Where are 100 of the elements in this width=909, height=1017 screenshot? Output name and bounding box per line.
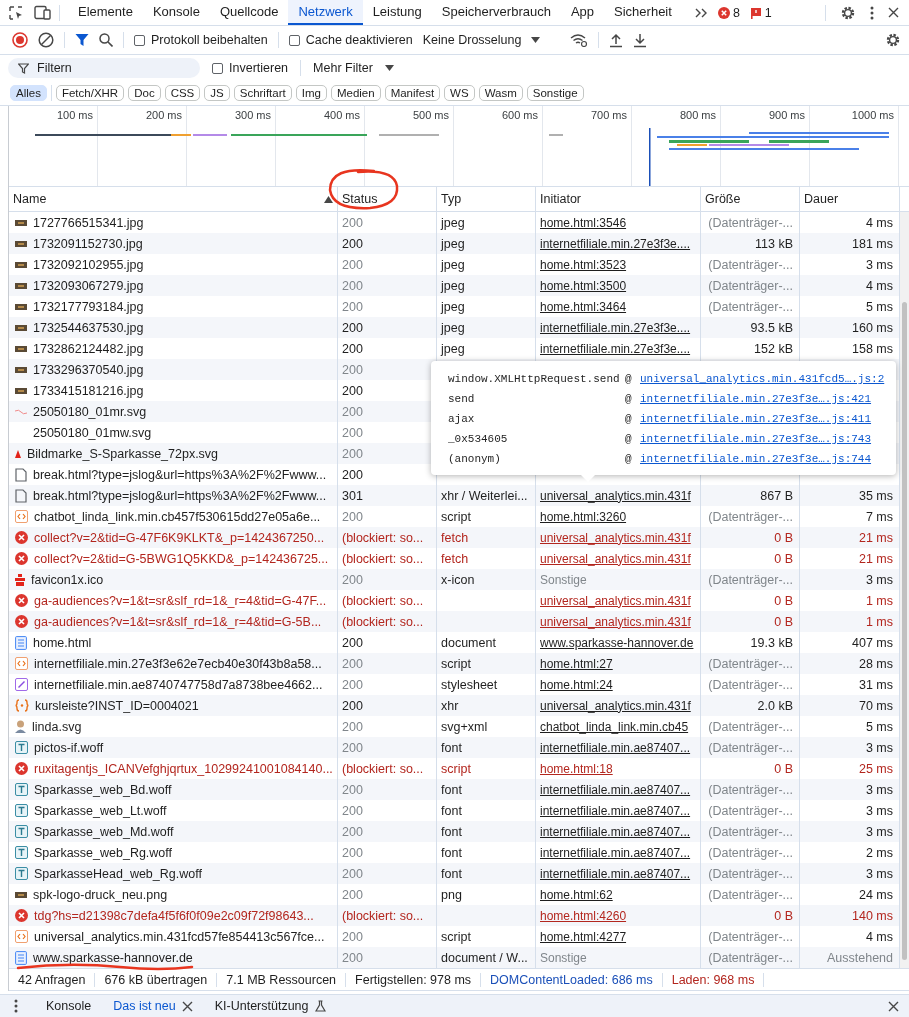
initiator-link[interactable]: universal_analytics.min.431f — [540, 593, 691, 608]
request-name[interactable]: 1732093067279.jpg — [33, 278, 144, 293]
type-filter-chip[interactable]: Sonstige — [526, 85, 584, 101]
device-icon[interactable] — [34, 5, 51, 20]
initiator-link[interactable]: internetfiliale.min.ae87407... — [540, 803, 691, 818]
source-link[interactable]: universal_analytics.min.431fcd5….js:2 — [640, 373, 885, 385]
initiator-link[interactable]: chatbot_linda_link.min.cb45 — [540, 719, 689, 734]
initiator-link[interactable]: internetfiliale.min.ae87407... — [540, 866, 691, 881]
request-name[interactable]: ga-audiences?v=1&t=sr&slf_rd=1&_r=4&tid=G-5B... — [34, 614, 322, 629]
initiator-link[interactable]: home.html:3500 — [540, 278, 627, 293]
type-filter-chip[interactable]: Wasm — [478, 85, 523, 101]
type-filter-chip[interactable]: WS — [444, 85, 475, 101]
stop-recording-icon[interactable] — [12, 32, 28, 48]
more-filters-dropdown[interactable]: Mehr Filter — [313, 61, 373, 75]
request-name[interactable]: internetfiliale.min.27e3f3e62e7ecb40e30f43b8a58... — [34, 656, 322, 671]
initiator-link[interactable]: www.sparkasse-hannover.de — [540, 635, 694, 650]
source-link[interactable]: internetfiliale.min.27e3f3e….js:411 — [640, 413, 872, 425]
request-name[interactable]: universal_analytics.min.431fcd57fe854413c567fce... — [34, 929, 325, 944]
column-header[interactable]: Status — [338, 187, 437, 211]
column-header[interactable]: Größe — [701, 187, 800, 211]
initiator-link[interactable]: internetfiliale.min.ae87407... — [540, 740, 691, 755]
select-element-icon[interactable] — [8, 4, 24, 21]
request-name[interactable]: tdg?hs=d21398c7defa4f5f6f0f09e2c09f72f98643... — [34, 908, 314, 923]
initiator-link[interactable]: universal_analytics.min.431f — [540, 488, 691, 503]
caret-icon[interactable] — [384, 65, 394, 71]
scrollbar[interactable] — [902, 302, 907, 960]
type-filter-chip[interactable]: JS — [204, 85, 230, 101]
type-filter-chip[interactable]: Alles — [10, 85, 47, 101]
request-name[interactable]: 1733296370540.jpg — [33, 362, 144, 377]
upload-icon[interactable] — [609, 32, 624, 48]
drawer-tab[interactable]: KI-Unterstützung — [206, 995, 334, 1017]
request-name[interactable]: ga-audiences?v=1&t=sr&slf_rd=1&_r=4&tid=G-47F... — [34, 593, 327, 608]
checkbox[interactable] — [134, 34, 145, 46]
request-name[interactable]: www.sparkasse-hannover.de — [33, 950, 193, 965]
request-name[interactable]: 25050180_01mr.svg — [33, 404, 147, 419]
search-icon[interactable] — [99, 33, 113, 47]
request-name[interactable]: 1732092102955.jpg — [33, 257, 144, 272]
settings-icon[interactable] — [840, 4, 856, 21]
checkbox[interactable] — [212, 62, 223, 74]
request-name[interactable]: 1733415181216.jpg — [33, 383, 144, 398]
initiator-link[interactable]: internetfiliale.min.27e3f3e.... — [540, 236, 691, 251]
type-filter-chip[interactable]: CSS — [164, 85, 201, 101]
request-name[interactable]: break.html?type=jslog&url=https%3A%2F%2Fwww... — [33, 467, 327, 482]
request-name[interactable]: 1732177793184.jpg — [33, 299, 144, 314]
initiator-link[interactable]: home.html:62 — [540, 887, 613, 902]
filter-icon[interactable] — [75, 33, 89, 47]
panel-tab[interactable]: Speicherverbrauch — [431, 0, 561, 25]
column-header[interactable]: Typ — [437, 187, 536, 211]
type-filter-chip[interactable]: Fetch/XHR — [55, 85, 125, 101]
throttling-dropdown[interactable]: Keine Drosselung — [422, 33, 522, 47]
initiator-link[interactable]: home.html:24 — [540, 677, 613, 692]
column-header[interactable]: Dauer — [800, 187, 900, 211]
type-filter-chip[interactable]: Img — [295, 85, 327, 101]
initiator-link[interactable]: home.html:3546 — [540, 215, 627, 230]
flag-icon[interactable] — [749, 6, 762, 19]
type-filter-chip[interactable]: Manifest — [384, 85, 441, 101]
caret-icon[interactable] — [531, 37, 541, 43]
request-name[interactable]: 25050180_01mw.svg — [33, 425, 152, 440]
request-name[interactable]: Sparkasse_web_Rg.woff — [34, 845, 173, 860]
initiator-link[interactable]: internetfiliale.min.ae87407... — [540, 824, 691, 839]
source-link[interactable]: internetfiliale.min.27e3f3e….js:743 — [640, 433, 872, 445]
initiator-link[interactable]: home.html:4260 — [540, 908, 627, 923]
clear-icon[interactable] — [38, 32, 54, 48]
initiator-link[interactable]: universal_analytics.min.431f — [540, 698, 691, 713]
error-icon[interactable] — [717, 6, 730, 19]
filter-field[interactable]: Filtern — [8, 58, 200, 78]
initiator-link[interactable]: home.html:27 — [540, 656, 613, 671]
initiator-link[interactable]: home.html:18 — [540, 761, 613, 776]
source-link[interactable]: internetfiliale.min.27e3f3e….js:744 — [640, 453, 872, 465]
request-name[interactable]: Bildmarke_S-Sparkasse_72px.svg — [27, 446, 219, 461]
request-name[interactable]: 1732091152730.jpg — [33, 236, 143, 251]
request-name[interactable]: SparkasseHead_web_Rg.woff — [34, 866, 202, 881]
request-name[interactable]: favicon1x.ico — [31, 572, 104, 587]
request-name[interactable]: collect?v=2&tid=G-47F6K9KLKT&_p=1424367250... — [34, 530, 325, 545]
column-header[interactable]: Initiator — [536, 187, 701, 211]
network-settings-icon[interactable] — [570, 33, 589, 47]
column-header[interactable]: Name — [9, 187, 338, 211]
checkbox[interactable] — [288, 34, 300, 46]
drawer-tab[interactable]: Das ist neu — [105, 995, 201, 1017]
panel-tab[interactable]: Konsole — [142, 0, 210, 25]
menu-icon[interactable] — [870, 5, 874, 20]
request-name[interactable]: Sparkasse_web_Bd.woff — [34, 782, 172, 797]
panel-tab[interactable]: Elemente — [68, 0, 143, 25]
request-name[interactable]: pictos-if.woff — [34, 740, 104, 755]
download-icon[interactable] — [633, 32, 648, 48]
panel-tab[interactable]: Leistung — [362, 0, 432, 25]
initiator-link[interactable]: internetfiliale.min.ae87407... — [540, 782, 691, 797]
request-name[interactable]: chatbot_linda_link.min.cb457f530615dd27e05a6e... — [34, 509, 321, 524]
request-name[interactable]: linda.svg — [32, 719, 82, 734]
panel-tab[interactable]: App — [560, 0, 605, 25]
type-filter-chip[interactable]: Doc — [128, 85, 161, 101]
initiator-link[interactable]: internetfiliale.min.ae87407... — [540, 845, 691, 860]
request-name[interactable]: collect?v=2&tid=G-5BWG1Q5KKD&_p=142436725... — [34, 551, 329, 566]
request-name[interactable]: Sparkasse_web_Md.woff — [34, 824, 174, 839]
request-name[interactable]: 1732862124482.jpg — [33, 341, 144, 356]
request-name[interactable]: Sparkasse_web_Lt.woff — [34, 803, 167, 818]
initiator-link[interactable]: universal_analytics.min.431f — [540, 614, 691, 629]
drawer-tab[interactable]: Konsole — [38, 995, 100, 1017]
close-icon[interactable] — [888, 7, 899, 18]
request-name[interactable]: 1727766515341.jpg — [33, 215, 144, 230]
